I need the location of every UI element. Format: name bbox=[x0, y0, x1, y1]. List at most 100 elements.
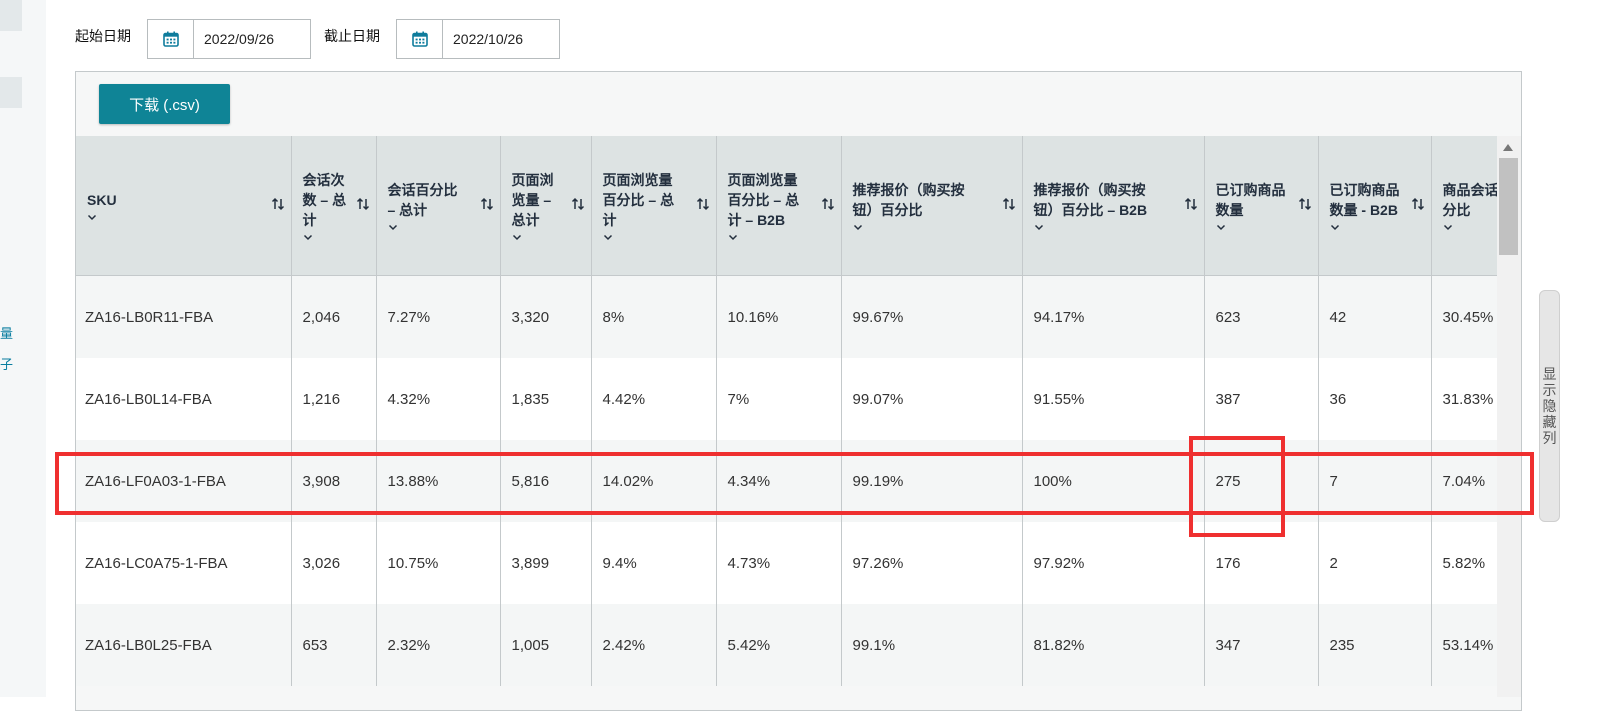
column-header-label: 已订购商品 bbox=[1215, 182, 1286, 198]
column-header-label: 百分比 – 总 bbox=[727, 192, 800, 208]
table-cell: 31.83% bbox=[1431, 358, 1497, 440]
table-cell: 275 bbox=[1204, 440, 1319, 522]
table-cell: 3,026 bbox=[291, 522, 377, 604]
table-cell: 99.1% bbox=[841, 604, 1023, 686]
chevron-down-icon[interactable] bbox=[87, 211, 267, 221]
end-date-field[interactable]: 2022/10/26 bbox=[396, 19, 560, 59]
column-header[interactable]: 已订购商品 数量 bbox=[1204, 136, 1319, 276]
chevron-down-icon[interactable] bbox=[728, 231, 817, 241]
chevron-down-icon[interactable] bbox=[388, 221, 476, 231]
column-header[interactable]: 页面浏 览量 – 总计 bbox=[500, 136, 592, 276]
table-cell: 7% bbox=[716, 358, 842, 440]
table-cell: 7.27% bbox=[376, 275, 501, 358]
column-header-label: 推荐报价（购买按 bbox=[852, 182, 965, 198]
end-date-label: 截止日期 bbox=[324, 28, 380, 44]
column-header-label: 页面浏 bbox=[511, 172, 554, 188]
column-header-label: 数量 bbox=[1215, 202, 1244, 218]
table-row: ZA16-LC0A75-1-FBA 3,026 10.75% 3,899 9.4% 4.7… bbox=[76, 522, 1497, 604]
table-cell: 9.4% bbox=[591, 522, 717, 604]
table-cell: 14.02% bbox=[591, 440, 717, 522]
table-cell: 5.82% bbox=[1431, 522, 1497, 604]
table-cell: 5.42% bbox=[716, 604, 842, 686]
start-date-field[interactable]: 2022/09/26 bbox=[147, 19, 311, 59]
table-cell: 99.67% bbox=[841, 275, 1023, 358]
table-cell: 1,835 bbox=[500, 358, 592, 440]
sidebar-text[interactable]: 量 bbox=[0, 323, 13, 342]
sort-icon[interactable] bbox=[480, 196, 494, 215]
column-header[interactable]: 已订购商品 数量 - B2B bbox=[1318, 136, 1432, 276]
column-header-label: 会话次 bbox=[302, 172, 345, 188]
scrollbar-thumb[interactable] bbox=[1499, 158, 1518, 255]
table-cell: 3,899 bbox=[500, 522, 592, 604]
sort-icon[interactable] bbox=[696, 196, 710, 215]
chevron-down-icon[interactable] bbox=[1330, 221, 1407, 231]
table-cell: 653 bbox=[291, 604, 377, 686]
column-header-label: 商品会话 bbox=[1442, 182, 1498, 198]
chevron-down-icon[interactable] bbox=[1034, 221, 1180, 231]
chevron-down-icon[interactable] bbox=[1443, 221, 1498, 231]
tab-label-char: 隐 bbox=[1542, 398, 1557, 414]
column-header-label: 计 bbox=[302, 212, 317, 228]
table-cell: 8% bbox=[591, 275, 717, 358]
tab-label-char: 示 bbox=[1542, 382, 1557, 398]
tab-label-char: 显 bbox=[1542, 366, 1557, 382]
column-header[interactable]: 推荐报价（购买按 钮）百分比 – B2B bbox=[1022, 136, 1205, 276]
data-table-viewport: SKU 会话次数 – 总计会话百分比 – 总计 页面浏 览量 – 总计 页面浏览量 百分比 –… bbox=[76, 136, 1497, 697]
sidebar-item[interactable] bbox=[0, 0, 22, 31]
chevron-down-icon[interactable] bbox=[853, 221, 998, 231]
table-cell: 10.75% bbox=[376, 522, 501, 604]
sort-icon[interactable] bbox=[821, 196, 835, 215]
end-date-value[interactable]: 2022/10/26 bbox=[443, 20, 523, 58]
chevron-down-icon[interactable] bbox=[603, 231, 692, 241]
sku-cell: ZA16-LC0A75-1-FBA bbox=[76, 522, 292, 604]
column-header[interactable]: 页面浏览量 百分比 – 总计 – B2B bbox=[716, 136, 842, 276]
download-csv-button[interactable]: 下载 (.csv) bbox=[99, 84, 230, 124]
table-cell: 36 bbox=[1318, 358, 1432, 440]
column-header[interactable]: 商品会话 分比 bbox=[1431, 136, 1497, 276]
calendar-icon[interactable] bbox=[148, 20, 194, 58]
sku-cell: ZA16-LF0A03-1-FBA bbox=[76, 440, 292, 522]
column-header[interactable]: 页面浏览量 百分比 – 总计 bbox=[591, 136, 717, 276]
sku-cell: ZA16-LB0L14-FBA bbox=[76, 358, 292, 440]
column-header-label: 览量 – bbox=[511, 192, 552, 208]
column-header[interactable]: 会话百分比 – 总计 bbox=[376, 136, 501, 276]
show-hidden-columns-tab[interactable]: 显示隐藏列 bbox=[1539, 290, 1560, 522]
sort-icon[interactable] bbox=[1298, 196, 1312, 215]
table-cell: 2.42% bbox=[591, 604, 717, 686]
table-cell: 5,816 bbox=[500, 440, 592, 522]
table-cell: 2 bbox=[1318, 522, 1432, 604]
start-date-value[interactable]: 2022/09/26 bbox=[194, 20, 274, 58]
chevron-down-icon[interactable] bbox=[1216, 221, 1294, 231]
column-header[interactable]: 推荐报价（购买按 钮）百分比 bbox=[841, 136, 1023, 276]
sidebar-item[interactable] bbox=[0, 77, 22, 108]
column-header[interactable]: SKU bbox=[76, 136, 292, 276]
table-cell: 53.14% bbox=[1431, 604, 1497, 686]
tab-label-char: 藏 bbox=[1542, 414, 1557, 430]
sort-icon[interactable] bbox=[571, 196, 585, 215]
table-cell: 13.88% bbox=[376, 440, 501, 522]
column-header-label: SKU bbox=[87, 192, 117, 208]
table-body: ZA16-LB0R11-FBA 2,046 7.27% 3,320 8% 10.16% 99… bbox=[76, 275, 1497, 686]
table-cell: 2.32% bbox=[376, 604, 501, 686]
scroll-up-icon[interactable] bbox=[1503, 144, 1513, 151]
sort-icon[interactable] bbox=[271, 196, 285, 215]
sort-icon[interactable] bbox=[1184, 196, 1198, 215]
table-cell: 97.92% bbox=[1022, 522, 1205, 604]
start-date-label: 起始日期 bbox=[75, 28, 131, 44]
calendar-icon[interactable] bbox=[397, 20, 443, 58]
table-cell: 176 bbox=[1204, 522, 1319, 604]
column-header[interactable]: 会话次数 – 总计 bbox=[291, 136, 377, 276]
sort-icon[interactable] bbox=[356, 196, 370, 215]
chevron-down-icon[interactable] bbox=[512, 231, 567, 241]
column-header-label: 分比 bbox=[1442, 202, 1471, 218]
sidebar-text[interactable]: 子 bbox=[0, 354, 13, 373]
chevron-down-icon[interactable] bbox=[303, 231, 352, 241]
column-header-label: 页面浏览量 bbox=[727, 172, 798, 188]
table-cell: 7.04% bbox=[1431, 440, 1497, 522]
table-cell: 3,320 bbox=[500, 275, 592, 358]
column-header-label: 百分比 – 总 bbox=[602, 192, 675, 208]
table-cell: 97.26% bbox=[841, 522, 1023, 604]
table-cell: 42 bbox=[1318, 275, 1432, 358]
sort-icon[interactable] bbox=[1411, 196, 1425, 215]
sort-icon[interactable] bbox=[1002, 196, 1016, 215]
